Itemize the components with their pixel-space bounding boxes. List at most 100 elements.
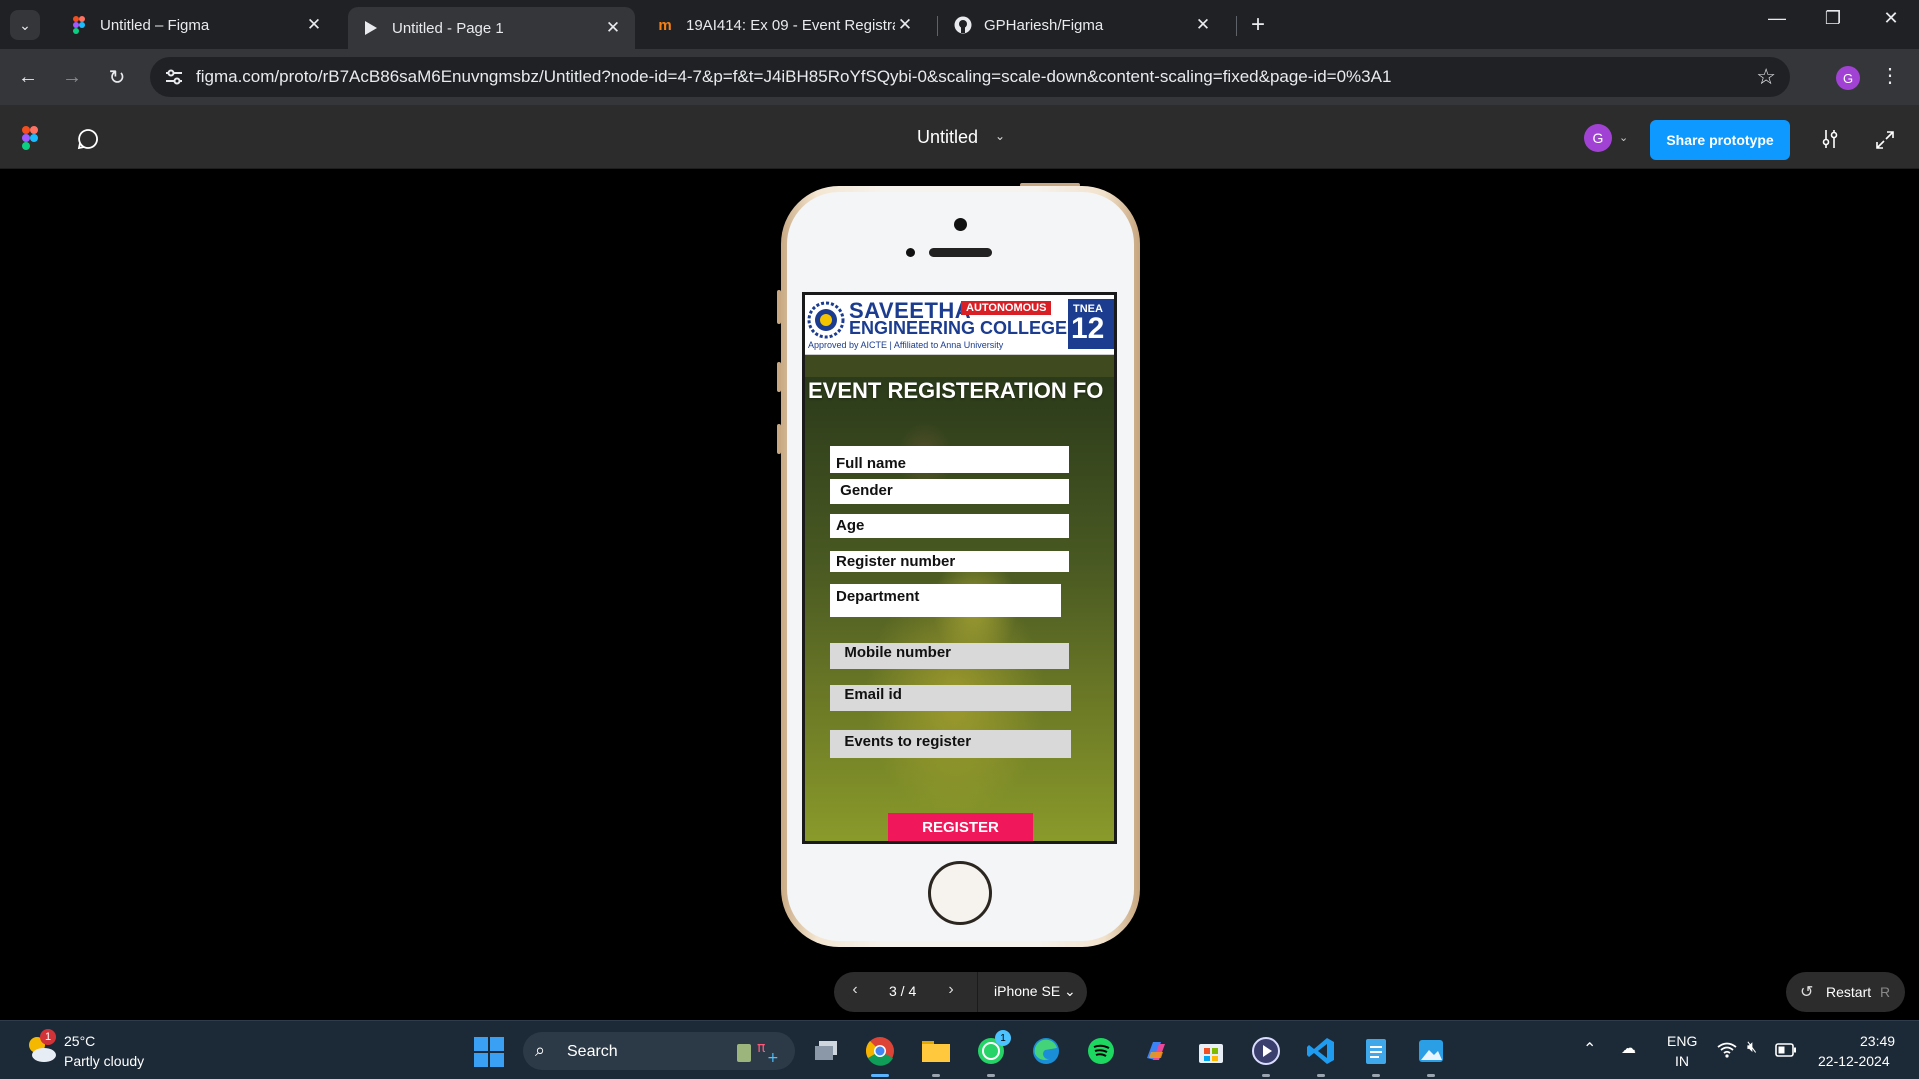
svg-text:π: π [757,1040,766,1056]
microsoft-store-icon[interactable] [1195,1035,1227,1067]
page-indicator: 3 / 4 [889,983,917,999]
college-approval-text: Approved by AICTE | Affiliated to Anna U… [808,340,1004,350]
age-field[interactable]: Age [830,514,1069,538]
fullscreen-icon[interactable] [1874,129,1896,151]
tab-divider [1236,16,1237,36]
vscode-icon[interactable] [1305,1035,1337,1067]
tnea-code: 12 [1071,312,1105,345]
college-logo-banner: SAVEETHA AUTONOMOUS ENGINEERING COLLEGE … [805,295,1114,355]
running-indicator [987,1074,995,1077]
minimize-icon[interactable]: — [1757,8,1797,29]
mobile-number-field[interactable]: Mobile number [830,643,1069,669]
play-icon [362,19,380,37]
calculator-pi-icon: π+ [737,1040,779,1064]
department-field[interactable]: Department [830,584,1061,617]
prototype-navigation: ‹ 3 / 4 › iPhone SE ⌄ [834,972,1087,1012]
search-icon: ⌕ [535,1040,546,1060]
tab-search-button[interactable]: ⌄ [10,10,40,40]
device-label: iPhone SE [994,983,1061,999]
tab-divider [937,16,938,36]
prototype-settings-icon[interactable] [1818,127,1842,151]
restart-shortcut: R [1880,984,1891,1000]
browser-tab-strip: ⌄ Untitled – Figma ✕ Untitled - Page 1 ✕… [0,0,1919,49]
divider [977,972,978,1012]
taskbar-search[interactable]: ⌕ Search π + [523,1032,795,1070]
autonomous-badge: AUTONOMOUS [961,301,1052,315]
comment-icon[interactable] [76,127,100,151]
figma-logo-icon[interactable] [22,126,38,150]
file-explorer-icon[interactable] [920,1035,952,1067]
earpiece-speaker [929,248,992,257]
new-tab-button[interactable]: + [1244,11,1272,39]
full-name-field[interactable]: Full name [830,446,1069,473]
share-prototype-button[interactable]: Share prototype [1650,120,1790,160]
spotify-icon[interactable] [1085,1035,1117,1067]
windows-start-icon[interactable] [474,1037,504,1067]
back-icon[interactable]: ← [14,63,42,91]
form-title: EVENT REGISTERATION FO [808,378,1104,403]
close-tab-icon[interactable]: ✕ [1193,15,1213,35]
task-view-icon[interactable] [810,1035,842,1067]
register-number-field[interactable]: Register number [830,551,1069,572]
restart-button[interactable]: ↺ Restart R [1786,972,1905,1012]
chrome-icon[interactable] [864,1035,896,1067]
device-selector[interactable]: iPhone SE ⌄ [994,983,1076,1000]
close-window-icon[interactable]: ✕ [1871,8,1911,29]
close-tab-icon[interactable]: ✕ [895,15,915,35]
prototype-screen[interactable]: SAVEETHA AUTONOMOUS ENGINEERING COLLEGE … [802,292,1117,844]
chevron-left-icon[interactable]: ‹ [844,981,866,1003]
tab-title: Untitled – Figma [100,16,210,34]
events-to-register-field[interactable]: Events to register [830,730,1071,758]
chevron-down-icon[interactable]: ⌄ [995,129,1005,143]
notepad-icon[interactable] [1360,1035,1392,1067]
forward-icon[interactable]: → [58,63,86,91]
address-bar[interactable]: figma.com/proto/rB7AcB86saM6Enuvngmsbz/U… [150,57,1790,97]
browser-profile-avatar[interactable]: G [1836,66,1860,90]
wifi-icon[interactable] [1717,1042,1737,1058]
battery-icon[interactable] [1775,1043,1797,1057]
college-name-line2: ENGINEERING COLLEGE [849,318,1068,338]
tab-moodle[interactable]: m 19AI414: Ex 09 - Event Registrat ✕ [642,7,927,43]
site-info-icon[interactable] [164,67,184,87]
media-player-icon[interactable] [1250,1035,1282,1067]
tab-prototype[interactable]: Untitled - Page 1 ✕ [348,7,635,49]
clock-time[interactable]: 23:49 [1860,1033,1895,1049]
github-icon [954,16,972,34]
chevron-down-icon[interactable]: ⌄ [1619,131,1628,144]
svg-text:+: + [767,1050,779,1064]
bookmark-star-icon[interactable]: ☆ [1756,64,1776,90]
tab-github[interactable]: GPHariesh/Figma ✕ [940,7,1225,43]
edge-icon[interactable] [1030,1035,1062,1067]
running-indicator [1427,1074,1435,1077]
restart-label: Restart [1826,984,1872,1000]
reload-icon[interactable]: ↻ [103,63,131,91]
close-tab-icon[interactable]: ✕ [603,18,623,38]
clock-date[interactable]: 22-12-2024 [1818,1053,1890,1069]
weather-description[interactable]: Partly cloudy [64,1053,144,1069]
region-indicator[interactable]: IN [1675,1053,1689,1069]
weather-temperature[interactable]: 25°C [64,1033,95,1049]
volume-muted-icon[interactable]: 🔇︎ [1747,1039,1757,1057]
register-button[interactable]: REGISTER [888,813,1033,841]
close-tab-icon[interactable]: ✕ [304,15,324,35]
browser-toolbar: ← → ↻ figma.com/proto/rB7AcB86saM6Enuvng… [0,49,1919,105]
photos-icon[interactable] [1415,1035,1447,1067]
show-hidden-icons[interactable]: ⌃ [1583,1039,1596,1059]
chevron-right-icon[interactable]: › [940,981,962,1003]
email-field[interactable]: Email id [830,685,1071,711]
gender-field[interactable]: Gender [830,479,1069,504]
url-text: figma.com/proto/rB7AcB86saM6Enuvngmsbz/U… [196,67,1392,86]
restore-icon[interactable]: ❐ [1813,8,1853,29]
user-avatar[interactable]: G [1584,124,1612,152]
language-indicator[interactable]: ENG [1667,1033,1697,1049]
running-indicator [932,1074,940,1077]
browser-menu-icon[interactable]: ⋮ [1880,63,1900,88]
weather-notification-badge: 1 [40,1029,56,1045]
moodle-icon: m [658,16,672,34]
running-indicator [871,1074,889,1077]
running-indicator [1262,1074,1270,1077]
file-title[interactable]: Untitled [917,127,978,148]
onedrive-offline-icon[interactable]: ☁ [1621,1039,1636,1057]
copilot-icon[interactable] [1140,1035,1172,1067]
tab-figma-file[interactable]: Untitled – Figma ✕ [56,7,336,43]
